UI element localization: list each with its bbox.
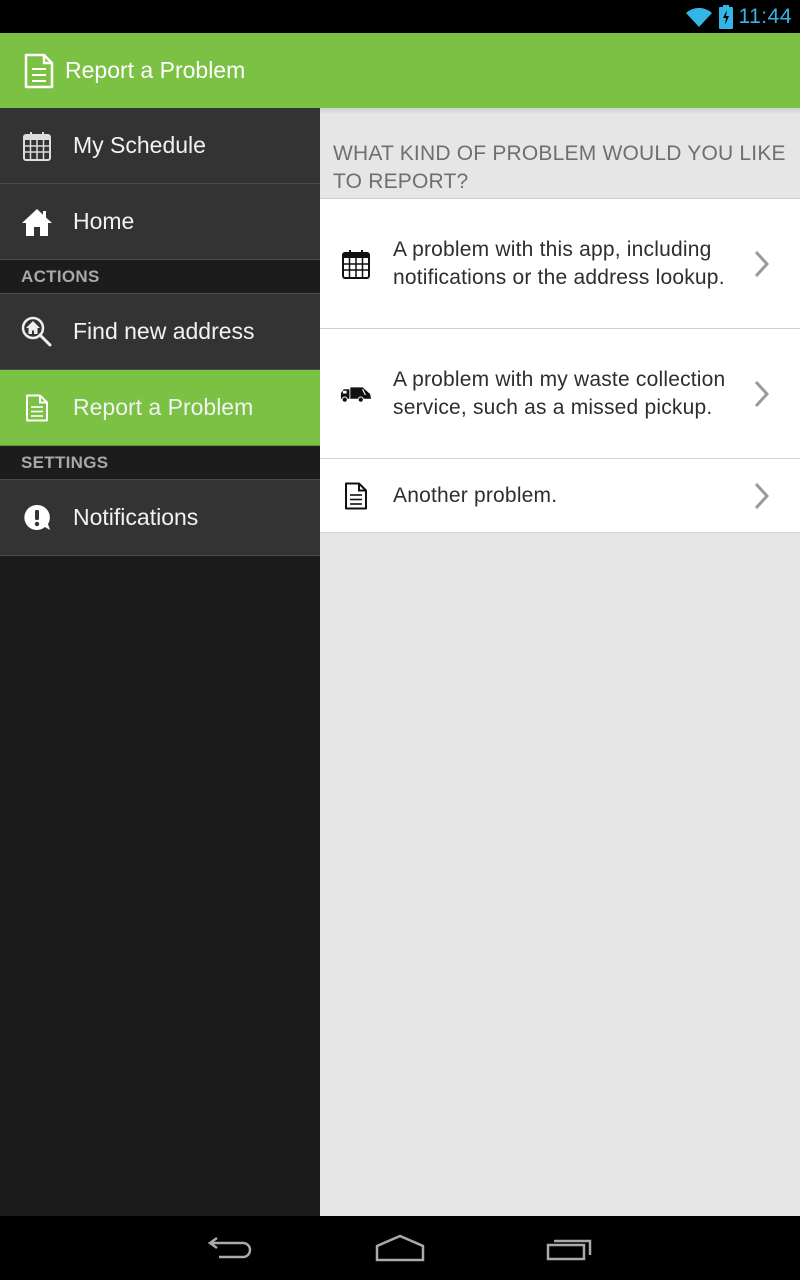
home-icon: [375, 1234, 425, 1262]
chevron-right-icon: [754, 482, 770, 509]
drawer-item-report-a-problem[interactable]: Report a Problem: [0, 370, 320, 446]
home-icon: [21, 206, 53, 238]
back-button[interactable]: [200, 1230, 260, 1266]
action-bar: Report a Problem: [0, 33, 800, 108]
problem-list: A problem with this app, including notif…: [320, 199, 800, 533]
drawer-item-label: Report a Problem: [73, 394, 254, 420]
status-icons: 11:44: [685, 4, 793, 30]
problem-item-app[interactable]: A problem with this app, including notif…: [320, 199, 800, 329]
garbage-truck-icon: [340, 378, 372, 410]
search-home-icon: [21, 316, 53, 348]
drawer-item-label: Home: [73, 208, 135, 234]
chevron-right-icon: [754, 380, 770, 407]
system-nav-bar: [0, 1216, 800, 1280]
drawer-item-label: My Schedule: [73, 132, 206, 158]
main-content: WHAT KIND OF PROBLEM WOULD YOU LIKE TO R…: [320, 108, 800, 1216]
status-bar: 11:44: [0, 0, 800, 33]
problem-item-text: A problem with my waste collection servi…: [393, 367, 726, 419]
problem-item-other[interactable]: Another problem.: [320, 459, 800, 533]
back-icon: [207, 1236, 252, 1259]
drawer-item-my-schedule[interactable]: My Schedule: [0, 108, 320, 184]
recent-apps-icon: [546, 1239, 592, 1261]
calendar-icon: [340, 248, 372, 280]
problem-item-text: Another problem.: [393, 483, 558, 507]
problem-item-text: A problem with this app, including notif…: [393, 237, 725, 289]
alert-bubble-icon: [21, 502, 53, 534]
content-header: WHAT KIND OF PROBLEM WOULD YOU LIKE TO R…: [320, 108, 800, 199]
document-icon: [24, 53, 54, 88]
chevron-right-icon: [754, 250, 770, 277]
drawer-item-find-new-address[interactable]: Find new address: [0, 294, 320, 370]
document-icon: [340, 480, 372, 512]
problem-item-waste-collection[interactable]: A problem with my waste collection servi…: [320, 329, 800, 459]
document-icon: [21, 392, 53, 424]
battery-charging-icon: [718, 5, 733, 29]
recent-apps-button[interactable]: [540, 1230, 600, 1266]
wifi-icon: [685, 7, 712, 28]
section-header-actions: ACTIONS: [0, 260, 320, 294]
calendar-icon: [21, 130, 53, 162]
page-title: Report a Problem: [65, 57, 246, 83]
drawer-item-notifications[interactable]: Notifications: [0, 480, 320, 556]
drawer-item-home[interactable]: Home: [0, 184, 320, 260]
navigation-drawer: My Schedule Home ACTIONS Find new addres…: [0, 108, 320, 1216]
section-header-settings: SETTINGS: [0, 446, 320, 480]
home-button[interactable]: [370, 1230, 430, 1266]
drawer-item-label: Find new address: [73, 318, 255, 344]
status-time: 11:44: [738, 5, 792, 28]
drawer-item-label: Notifications: [73, 504, 199, 530]
